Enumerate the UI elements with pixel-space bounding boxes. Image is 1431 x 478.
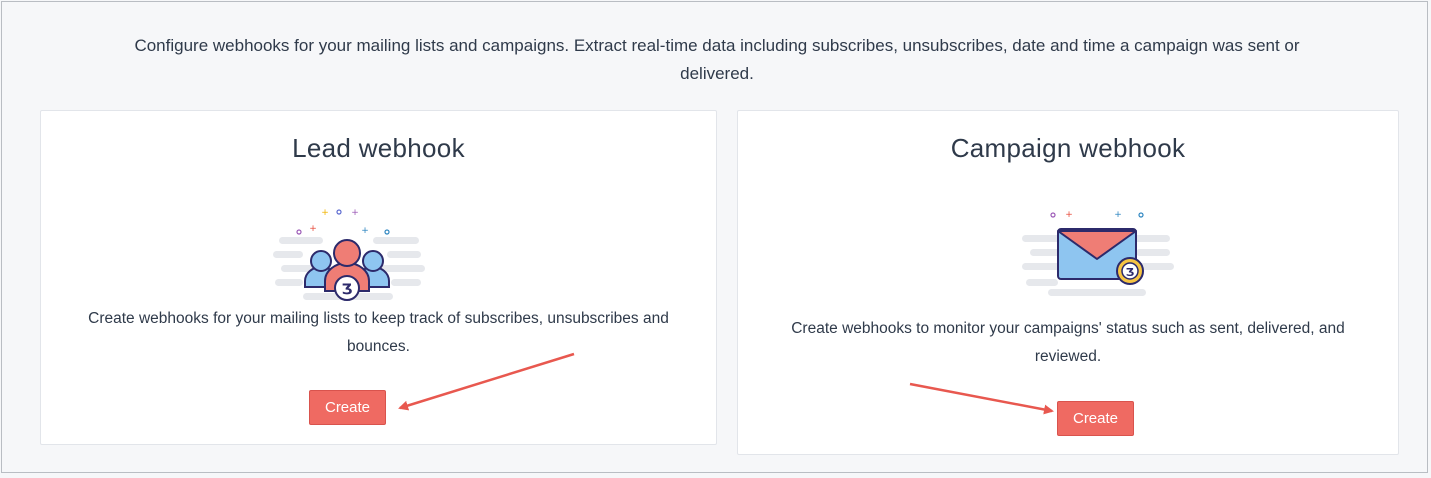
svg-text:+: + <box>1065 210 1073 220</box>
envelope-icon: + + Ʒ <box>1018 207 1178 299</box>
create-lead-webhook-button[interactable]: Create <box>309 390 386 425</box>
svg-text:+: + <box>309 224 317 234</box>
create-campaign-webhook-button[interactable]: Create <box>1057 401 1134 436</box>
svg-text:+: + <box>351 208 359 218</box>
card-description: Create webhooks for your mailing lists t… <box>88 310 669 355</box>
svg-text:Ʒ: Ʒ <box>1126 266 1135 279</box>
card-description: Create webhooks to monitor your campaign… <box>791 320 1345 365</box>
people-group-icon: + + + + Ʒ <box>269 203 429 307</box>
svg-text:+: + <box>361 226 369 236</box>
card-title: Campaign webhook <box>950 133 1186 163</box>
svg-text:+: + <box>321 208 329 218</box>
lead-webhook-card: Lead webhook + + + + Ʒ Create webhooks f… <box>40 110 717 445</box>
card-title: Lead webhook <box>292 133 465 163</box>
campaign-webhook-card: Campaign webhook + + Ʒ Create webhooks t… <box>737 110 1399 455</box>
webhooks-panel: Configure webhooks for your mailing list… <box>1 1 1428 473</box>
svg-text:+: + <box>1114 210 1122 220</box>
intro-text: Configure webhooks for your mailing list… <box>134 36 1300 83</box>
svg-text:Ʒ: Ʒ <box>342 282 353 298</box>
